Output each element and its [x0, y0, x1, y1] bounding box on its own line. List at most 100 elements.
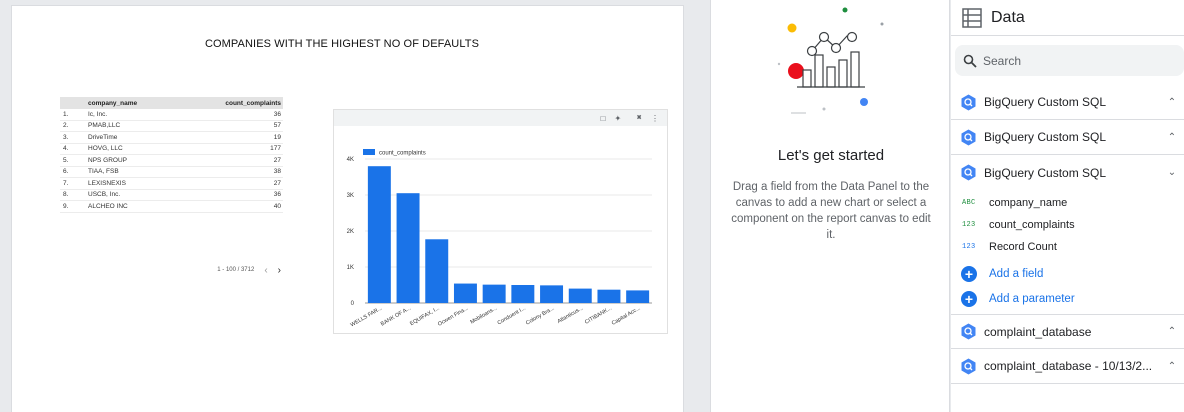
table-pagination: 1 - 100 / 3712 ‹ ›: [60, 263, 283, 277]
bigquery-icon: [961, 358, 976, 374]
get-started-title: Let's get started: [777, 147, 885, 164]
bigquery-icon: [961, 323, 976, 340]
report-canvas[interactable]: COMPANIES WITH THE HIGHEST NO OF DEFAULT…: [0, 0, 710, 412]
data-search-box[interactable]: [955, 45, 1184, 76]
expand-icon[interactable]: ⌃: [1160, 361, 1184, 372]
bar[interactable]: [511, 285, 535, 303]
row-count-complaints: 19: [273, 133, 281, 141]
field-company-name[interactable]: ABC company_name: [951, 192, 1184, 214]
add-field-button[interactable]: + Add a field: [961, 262, 1043, 286]
row-company-name: TIAA, FSB: [88, 168, 119, 176]
bar[interactable]: [453, 283, 477, 303]
pagination-text: 1 - 100 / 3712: [217, 267, 255, 273]
row-number: 3.: [63, 133, 69, 141]
prev-page-icon[interactable]: ‹: [264, 265, 267, 276]
y-tick-label: 0: [351, 301, 355, 307]
plus-icon: +: [961, 291, 977, 307]
data-source-bigquery-2[interactable]: BigQuery Custom SQL ⌃: [951, 120, 1184, 155]
table-row[interactable]: 7. LEXISNEXIS 27: [60, 178, 283, 190]
row-number: 4.: [63, 145, 69, 153]
table-row[interactable]: 6. TIAA, FSB 38: [60, 167, 283, 178]
field-label: Record Count: [989, 241, 1057, 253]
table-row[interactable]: 3. DriveTime 19: [60, 132, 283, 144]
table-row[interactable]: 9. ALCHEO INC 40: [60, 201, 283, 213]
magic-icon[interactable]: ✦: [615, 114, 622, 123]
data-source-complaint-database-dated[interactable]: complaint_database - 10/13/2... ⌃: [951, 349, 1184, 384]
data-source-name: complaint_database - 10/13/2...: [984, 359, 1153, 373]
table-row[interactable]: 1. Ic, Inc. 36: [60, 109, 283, 121]
row-company-name: ALCHEO INC: [88, 202, 128, 210]
add-parameter-label: Add a parameter: [989, 293, 1075, 305]
bar[interactable]: [425, 239, 449, 303]
table-header-company-name[interactable]: company_name: [88, 100, 198, 107]
x-tick-label: Capital Acc...: [611, 305, 642, 326]
report-page[interactable]: COMPANIES WITH THE HIGHEST NO OF DEFAULT…: [12, 6, 683, 412]
data-source-bigquery-3[interactable]: BigQuery Custom SQL ⌄: [951, 155, 1184, 190]
row-count-complaints: 57: [273, 122, 281, 130]
plus-icon: +: [961, 266, 977, 282]
data-panel: Data BigQuery Custom SQL ⌃ BigQuery Cust…: [951, 0, 1184, 412]
bar[interactable]: [626, 290, 650, 303]
row-count-complaints: 27: [273, 179, 281, 187]
row-company-name: USCB, Inc.: [88, 191, 121, 199]
data-source-complaint-database[interactable]: complaint_database ⌃: [951, 314, 1184, 349]
row-number: 6.: [63, 168, 69, 176]
companies-table[interactable]: company_name count_complaints 1. Ic, Inc.…: [60, 97, 283, 277]
bar[interactable]: [482, 284, 506, 303]
row-number: 5.: [63, 156, 69, 164]
search-input[interactable]: [983, 53, 1163, 68]
field-count-complaints[interactable]: 123 count_complaints: [951, 214, 1184, 236]
field-label: company_name: [989, 197, 1068, 209]
text-type-icon: ABC: [962, 199, 976, 207]
report-title[interactable]: COMPANIES WITH THE HIGHEST NO OF DEFAULT…: [12, 38, 672, 50]
table-row[interactable]: 2. PMAB,LLC 57: [60, 121, 283, 132]
field-record-count[interactable]: 123 Record Count: [951, 236, 1184, 258]
number-type-icon: 123: [962, 221, 976, 229]
select-icon[interactable]: □: [601, 114, 606, 123]
expand-icon[interactable]: ⌃: [1160, 132, 1184, 143]
row-number: 8.: [63, 191, 69, 199]
row-number: 1.: [63, 110, 69, 118]
x-tick-label: BANK OF A...: [380, 305, 413, 327]
x-tick-label: WELLS FAR...: [350, 305, 384, 328]
y-tick-label: 1K: [347, 265, 354, 271]
table-row[interactable]: 5. NPS GROUP 27: [60, 155, 283, 167]
data-panel-header: Data: [951, 0, 1184, 36]
x-tick-label: Colony Bra...: [525, 305, 556, 326]
bar[interactable]: [396, 193, 420, 303]
add-parameter-button[interactable]: + Add a parameter: [961, 287, 1075, 311]
search-icon: [963, 54, 977, 68]
y-tick-label: 4K: [347, 157, 354, 163]
bar[interactable]: [540, 285, 564, 303]
expand-icon[interactable]: ⌃: [1160, 97, 1184, 108]
row-number: 2.: [63, 122, 69, 130]
row-count-complaints: 36: [273, 191, 281, 199]
row-count-complaints: 38: [273, 168, 281, 176]
x-tick-label: Ocwen Fina...: [437, 305, 470, 327]
collapse-icon[interactable]: ⌄: [1160, 167, 1184, 178]
bar[interactable]: [367, 166, 391, 303]
data-panel-icon: [962, 7, 982, 28]
x-tick-label: CITIBANK...: [584, 305, 613, 325]
data-source-bigquery-1[interactable]: BigQuery Custom SQL ⌃: [951, 85, 1184, 120]
lightning-icon[interactable]: ⯍: [636, 113, 642, 123]
table-header-count-complaints[interactable]: count_complaints: [198, 100, 283, 107]
bar-chart-card[interactable]: □ ✦ ⯍ ⋮ count_complaints 0 1K 2K 3K 4K WELLS F…: [333, 109, 668, 334]
bar[interactable]: [597, 289, 621, 303]
table-row[interactable]: 4. HOVG, LLC 177: [60, 144, 283, 155]
more-vert-icon[interactable]: ⋮: [651, 114, 659, 123]
add-field-label: Add a field: [989, 268, 1044, 280]
number-type-icon: 123: [962, 243, 976, 251]
next-page-icon[interactable]: ›: [278, 265, 281, 276]
table-row[interactable]: 8. USCB, Inc. 36: [60, 190, 283, 201]
get-started-panel: Let's get started Drag a field from the …: [710, 0, 950, 412]
bar-chart: count_complaints 0 1K 2K 3K 4K WELLS FAR...BAN…: [347, 149, 652, 328]
field-label: count_complaints: [989, 219, 1075, 231]
row-count-complaints: 177: [270, 145, 281, 153]
row-number: 7.: [63, 179, 69, 187]
row-number: 9.: [63, 202, 69, 210]
x-tick-label: Conduent I...: [497, 305, 528, 326]
bar[interactable]: [568, 288, 592, 303]
expand-icon[interactable]: ⌃: [1160, 326, 1184, 337]
get-started-description: Drag a field from the Data Panel to the …: [731, 181, 931, 241]
